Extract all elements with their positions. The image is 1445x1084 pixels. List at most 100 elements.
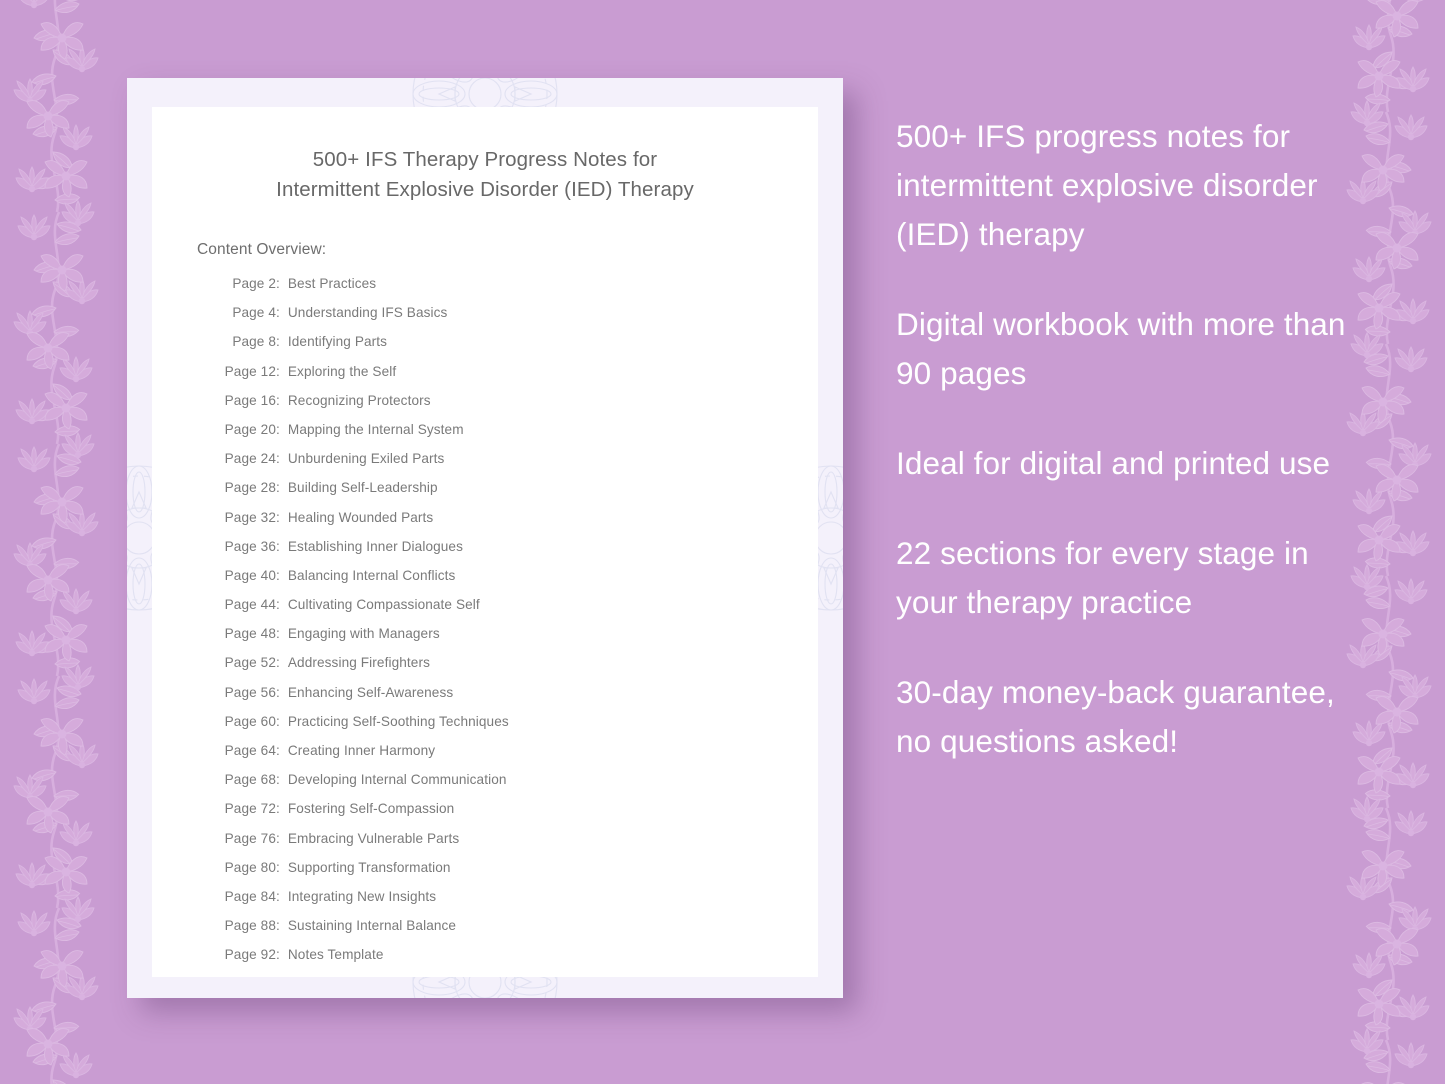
toc-entry-separator: : [276, 276, 280, 291]
toc-entry-separator: : [276, 305, 280, 321]
toc-entry-page: Page 80 [224, 859, 276, 875]
toc-entry: Page 36: Establishing Inner Dialogues [196, 539, 774, 568]
toc-entry-title: Addressing Firefighters [287, 655, 430, 671]
page-title-line-1: 500+ IFS Therapy Progress Notes for [312, 148, 658, 171]
marketing-bullet: 500+ IFS progress notes for intermittent… [896, 118, 1318, 252]
toc-entry-separator: : [276, 655, 280, 671]
toc-entry-separator: : [276, 801, 280, 817]
toc-entry: Page 80: Supporting Transformation [196, 860, 774, 889]
toc-entry: Page 60: Practicing Self-Soothing Techniq… [196, 714, 774, 743]
toc-entry-page: Page 60 [224, 713, 276, 729]
toc-entry: Page 56: Enhancing Self-Awareness [196, 685, 774, 714]
toc-entry: Page 20: Mapping the Internal System [196, 422, 774, 451]
toc-entry-separator: : [276, 743, 280, 758]
toc-entry-title: Enhancing Self-Awareness [287, 684, 454, 700]
toc-entry: Page 84: Integrating New Insights [196, 889, 774, 918]
toc-entry-separator: : [276, 480, 280, 496]
toc-entry-separator: : [276, 713, 280, 729]
toc-entry-page: Page 52 [224, 655, 276, 671]
marketing-bullet: 22 sections for every stage in your ther… [896, 535, 1309, 620]
toc-entry: Page 12: Exploring the Self [196, 364, 774, 393]
toc-entry-page: Page 88 [224, 918, 276, 934]
toc-entry: Page 4: Understanding IFS Basics [196, 305, 774, 334]
floral-vine-border-left [0, 0, 118, 1084]
toc-entry-title: Creating Inner Harmony [287, 743, 436, 758]
toc-entry-separator: : [276, 859, 280, 875]
toc-entry-separator: : [276, 684, 280, 700]
document-page: 500+ IFS Therapy Progress Notes for Inte… [152, 107, 818, 977]
toc-entry-title: Understanding IFS Basics [287, 305, 448, 321]
toc-entry-title: Unburdening Exiled Parts [287, 451, 445, 467]
toc-entry-title: Building Self-Leadership [287, 480, 438, 496]
toc-entry-title: Supporting Transformation [287, 859, 451, 875]
content-overview-label: Content Overview: [197, 241, 327, 258]
toc-entry-title: Cultivating Compassionate Self [287, 597, 480, 613]
toc-entry-separator: : [276, 451, 280, 467]
toc-entry-separator: : [276, 334, 280, 350]
toc-entry-page: Page 44 [224, 597, 276, 613]
table-of-contents: Page 2: Best Practices Page 4: Understandin… [196, 276, 774, 977]
toc-entry: Page 76: Embracing Vulnerable Parts [196, 831, 774, 860]
toc-entry: Page 16: Recognizing Protectors [196, 393, 774, 422]
toc-entry-title: Mapping the Internal System [287, 421, 464, 437]
toc-entry: Page 52: Addressing Firefighters [196, 655, 774, 684]
toc-entry-page: Page 56 [224, 684, 276, 700]
toc-entry-page: Page 8 [232, 334, 276, 350]
document-preview-card[interactable]: 500+ IFS Therapy Progress Notes for Inte… [127, 78, 843, 998]
toc-entry: Page 44: Cultivating Compassionate Self [196, 597, 774, 626]
toc-entry-page: Page 2 [232, 276, 276, 291]
toc-entry: Page 40: Balancing Internal Conflicts [196, 568, 774, 597]
toc-entry: Page 92: Notes Template [196, 947, 774, 976]
toc-entry-page: Page 48 [224, 626, 276, 642]
toc-entry-title: Integrating New Insights [287, 888, 437, 904]
toc-entry-title: Best Practices [287, 276, 377, 291]
toc-entry-separator: : [276, 597, 280, 613]
toc-entry-separator: : [276, 392, 280, 408]
toc-entry-title: Engaging with Managers [287, 626, 440, 642]
toc-entry-page: Page 64 [224, 743, 276, 758]
toc-entry-page: Page 76 [224, 830, 276, 846]
toc-entry-page: Page 36 [224, 538, 276, 554]
page-title-line-2: Intermittent Explosive Disorder (IED) Th… [276, 178, 694, 201]
toc-entry-title: Developing Internal Communication [287, 772, 507, 788]
toc-entry-title: Healing Wounded Parts [287, 509, 434, 525]
toc-entry-separator: : [276, 421, 280, 437]
toc-entry: Page 48: Engaging with Managers [196, 626, 774, 655]
toc-entry-separator: : [276, 830, 280, 846]
toc-entry-separator: : [276, 918, 280, 934]
toc-entry: Page 28: Building Self-Leadership [196, 480, 774, 509]
toc-entry-title: Embracing Vulnerable Parts [287, 830, 460, 846]
toc-entry-title: Fostering Self-Compassion [287, 801, 455, 817]
toc-entry-separator: : [276, 538, 280, 554]
toc-entry-title: Balancing Internal Conflicts [287, 567, 456, 583]
toc-entry-title: Sustaining Internal Balance [287, 918, 457, 934]
toc-entry-separator: : [276, 363, 280, 379]
toc-entry-separator: : [276, 947, 280, 963]
toc-entry-page: Page 12 [224, 363, 276, 379]
toc-entry-page: Page 32 [224, 509, 276, 525]
marketing-bullet-list: 500+ IFS progress notes for intermittent… [896, 112, 1348, 766]
toc-entry: Page 72: Fostering Self-Compassion [196, 801, 774, 830]
marketing-bullet: Ideal for digital and printed use [896, 445, 1331, 481]
toc-entry-title: Exploring the Self [287, 363, 397, 379]
toc-entry: Page 64: Creating Inner Harmony [196, 743, 774, 772]
toc-entry-page: Page 68 [224, 772, 276, 788]
toc-entry-page: Page 24 [224, 451, 276, 467]
toc-entry-page: Page 28 [224, 480, 276, 496]
toc-entry-page: Page 72 [224, 801, 276, 817]
toc-entry-separator: : [276, 567, 280, 583]
toc-entry: Page 8: Identifying Parts [196, 334, 774, 363]
page-title: 500+ IFS Therapy Progress Notes for Inte… [196, 145, 774, 205]
toc-entry-separator: : [276, 509, 280, 525]
toc-entry-page: Page 40 [224, 567, 276, 583]
toc-entry-page: Page 92 [224, 947, 276, 963]
toc-entry: Page 32: Healing Wounded Parts [196, 510, 774, 539]
toc-entry-title: Practicing Self-Soothing Techniques [287, 713, 509, 729]
toc-entry-page: Page 4 [232, 305, 276, 321]
toc-entry-title: Establishing Inner Dialogues [287, 538, 463, 554]
toc-entry-title: Identifying Parts [287, 334, 388, 350]
toc-entry-page: Page 16 [224, 392, 276, 408]
toc-entry-separator: : [276, 888, 280, 904]
toc-entry: Page 24: Unburdening Exiled Parts [196, 451, 774, 480]
marketing-bullet: Digital workbook with more than 90 pages [896, 306, 1346, 391]
